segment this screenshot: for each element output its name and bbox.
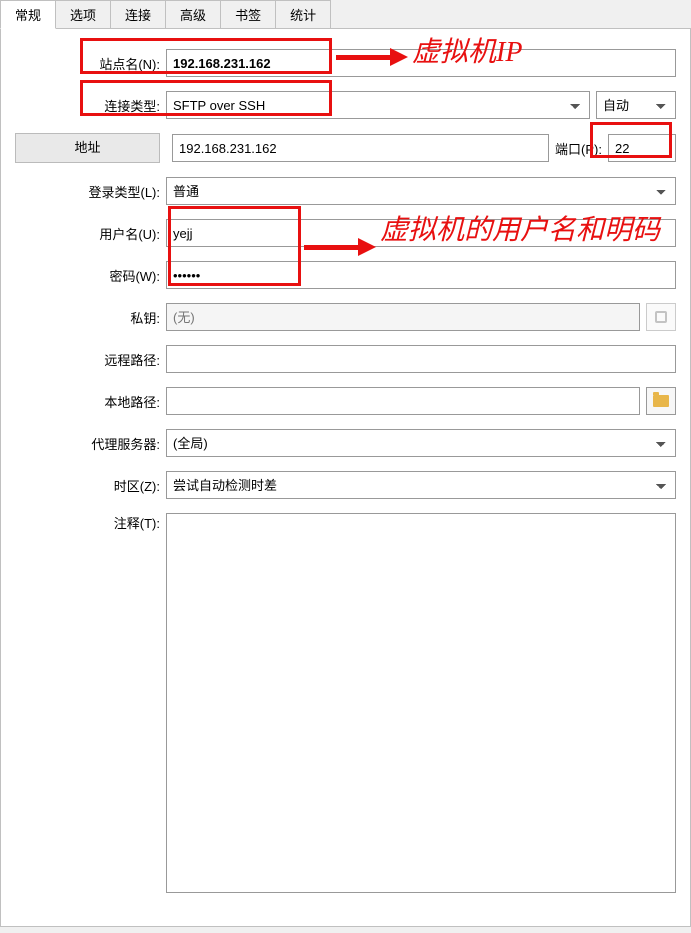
notes-textarea[interactable] — [166, 513, 676, 893]
password-label: 密码(W): — [15, 266, 160, 285]
username-input[interactable] — [166, 219, 676, 247]
address-button[interactable]: 地址 — [15, 133, 160, 163]
tab-options[interactable]: 选项 — [55, 0, 111, 28]
conn-type-select[interactable]: SFTP over SSH — [166, 91, 590, 119]
port-input[interactable] — [608, 134, 676, 162]
site-name-label: 站点名(N): — [15, 54, 160, 73]
site-name-input[interactable] — [166, 49, 676, 77]
private-key-label: 私钥: — [15, 308, 160, 327]
notes-label: 注释(T): — [15, 513, 160, 532]
local-path-label: 本地路径: — [15, 392, 160, 411]
browse-icon — [655, 311, 667, 323]
private-key-input — [166, 303, 640, 331]
remote-path-input[interactable] — [166, 345, 676, 373]
login-type-select[interactable]: 普通 — [166, 177, 676, 205]
tab-advanced[interactable]: 高级 — [165, 0, 221, 28]
timezone-label: 时区(Z): — [15, 476, 160, 495]
conn-type-label: 连接类型: — [15, 96, 160, 115]
timezone-select[interactable]: 尝试自动检测时差 — [166, 471, 676, 499]
address-input[interactable] — [172, 134, 549, 162]
local-path-input[interactable] — [166, 387, 640, 415]
tab-bookmarks[interactable]: 书签 — [220, 0, 276, 28]
folder-icon — [653, 395, 669, 407]
private-key-browse-button — [646, 303, 676, 331]
tab-connect[interactable]: 连接 — [110, 0, 166, 28]
login-type-label: 登录类型(L): — [15, 182, 160, 201]
port-label: 端口(P): — [555, 139, 602, 158]
tab-general[interactable]: 常规 — [0, 0, 56, 29]
auto-select[interactable]: 自动 — [596, 91, 676, 119]
proxy-select[interactable]: (全局) — [166, 429, 676, 457]
password-input[interactable] — [166, 261, 676, 289]
tab-stats[interactable]: 统计 — [275, 0, 331, 28]
remote-path-label: 远程路径: — [15, 350, 160, 369]
general-panel: 站点名(N): 连接类型: SFTP over SSH 自动 地址 端口(P):… — [0, 29, 691, 927]
tabs-bar: 常规 选项 连接 高级 书签 统计 — [0, 0, 691, 29]
local-path-browse-button[interactable] — [646, 387, 676, 415]
username-label: 用户名(U): — [15, 224, 160, 243]
proxy-label: 代理服务器: — [15, 434, 160, 453]
